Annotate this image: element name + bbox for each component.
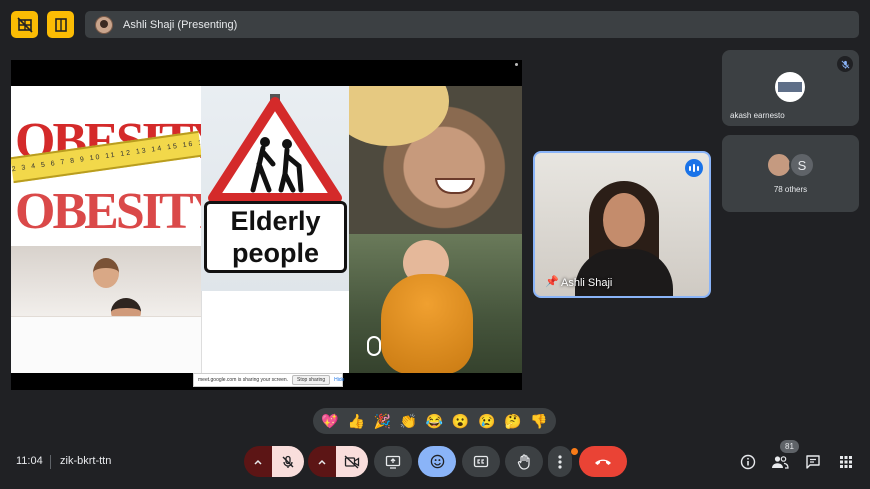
hat-shape xyxy=(349,86,449,146)
end-call-icon xyxy=(595,459,611,465)
beard-man-image xyxy=(349,234,522,373)
captions-icon xyxy=(473,455,489,468)
elderly-sign-image: Elderly people xyxy=(201,86,349,291)
orange-beard xyxy=(381,274,473,373)
camera-control-group xyxy=(308,446,368,477)
shared-screen: OBESITY 2 3 4 5 6 7 8 9 10 11 12 13 14 1… xyxy=(11,60,522,390)
stage-dot xyxy=(515,63,518,66)
reaction-laugh[interactable]: 😂 xyxy=(426,414,443,428)
raise-hand-icon xyxy=(517,453,530,470)
bed-sheet xyxy=(11,316,201,373)
reaction-thumbs-down[interactable]: 👎 xyxy=(530,414,547,428)
mic-options-chevron-up-icon[interactable] xyxy=(244,446,272,477)
presenter-label: Ashli Shaji (Presenting) xyxy=(123,18,238,31)
chat-button[interactable] xyxy=(803,452,823,472)
akash-name: akash earnesto xyxy=(730,111,785,120)
smile-shape xyxy=(435,178,475,194)
self-name: Ashli Shaji xyxy=(561,277,613,289)
camera-off-icon xyxy=(344,454,360,469)
woman-head xyxy=(93,258,119,288)
people-button[interactable] xyxy=(770,452,790,472)
sign-line1: Elderly xyxy=(230,206,321,236)
mic-control-group xyxy=(244,446,304,477)
mic-off-icon xyxy=(282,455,294,468)
hide-share-notice-button[interactable]: Hide xyxy=(334,377,344,383)
others-count-label: 78 others xyxy=(773,185,808,194)
mic-toggle-button[interactable] xyxy=(272,446,304,477)
footer-divider xyxy=(50,455,51,469)
sign-line2: people xyxy=(231,238,319,268)
info-icon xyxy=(740,454,756,470)
apps-grid-icon xyxy=(840,456,852,468)
elderly-people-sign: Elderly people xyxy=(204,201,347,273)
pin-icon[interactable]: 📌 xyxy=(545,275,559,288)
reaction-clap[interactable]: 👏 xyxy=(400,414,417,428)
speaking-indicator-icon xyxy=(685,159,703,177)
akash-avatar xyxy=(775,72,805,102)
blank-panel xyxy=(201,291,349,373)
present-screen-icon xyxy=(385,455,401,469)
share-notice-text: meet.google.com is sharing your screen. xyxy=(198,377,289,383)
reaction-surprised[interactable]: 😮 xyxy=(452,414,469,428)
sleeping-couple-image xyxy=(11,246,201,373)
more-vert-icon xyxy=(558,454,562,469)
notification-dot xyxy=(571,448,578,455)
obesity-image: OBESITY 2 3 4 5 6 7 8 9 10 11 12 13 14 1… xyxy=(11,86,201,246)
stop-sharing-button[interactable]: Stop sharing xyxy=(292,375,331,385)
smiley-icon xyxy=(430,454,444,469)
screen-share-notice: meet.google.com is sharing your screen. … xyxy=(193,373,344,387)
others-avatar-initial: S xyxy=(789,152,815,178)
camera-toggle-button[interactable] xyxy=(336,446,368,477)
others-tile[interactable]: S 78 others xyxy=(722,135,859,212)
reaction-heart[interactable]: 💖 xyxy=(321,414,338,428)
camera-options-chevron-up-icon[interactable] xyxy=(308,446,336,477)
reaction-thumbs-up[interactable]: 👍 xyxy=(347,414,364,428)
activities-button[interactable] xyxy=(836,452,856,472)
reaction-sad[interactable]: 😢 xyxy=(478,414,495,428)
raise-hand-button[interactable] xyxy=(505,446,543,477)
hide-tiles-icon[interactable] xyxy=(11,11,38,38)
emoji-reactions-button[interactable] xyxy=(418,446,456,477)
meeting-code: zik-bkrt-ttn xyxy=(60,455,112,467)
warning-triangle-icon xyxy=(208,94,342,204)
reaction-party[interactable]: 🎉 xyxy=(374,414,391,428)
presentation-slide: OBESITY 2 3 4 5 6 7 8 9 10 11 12 13 14 1… xyxy=(11,86,522,373)
presenter-bar: Ashli Shaji (Presenting) xyxy=(85,11,859,38)
meeting-details-button[interactable] xyxy=(738,452,758,472)
participant-tile-akash[interactable]: akash earnesto xyxy=(722,50,859,126)
captions-button[interactable] xyxy=(462,446,500,477)
cursor-handle-icon[interactable] xyxy=(367,336,381,356)
chat-icon xyxy=(806,455,820,469)
leave-call-button[interactable] xyxy=(579,446,627,477)
present-screen-button[interactable] xyxy=(374,446,412,477)
mic-off-icon xyxy=(837,56,853,72)
more-options-button[interactable] xyxy=(548,446,572,477)
reaction-thinking[interactable]: 🤔 xyxy=(504,414,521,428)
participant-tile-self[interactable]: 📌 Ashli Shaji xyxy=(533,151,711,298)
meeting-clock: 11:04 xyxy=(16,455,43,467)
old-woman-image xyxy=(349,86,522,234)
presenter-avatar xyxy=(95,15,113,34)
self-face xyxy=(603,193,645,247)
obesity-word-lower: OBESITY xyxy=(15,183,201,240)
reactions-bar: 💖 👍 🎉 👏 😂 😮 😢 🤔 👎 xyxy=(313,408,556,434)
people-icon xyxy=(772,456,789,469)
layout-icon[interactable] xyxy=(47,11,74,38)
